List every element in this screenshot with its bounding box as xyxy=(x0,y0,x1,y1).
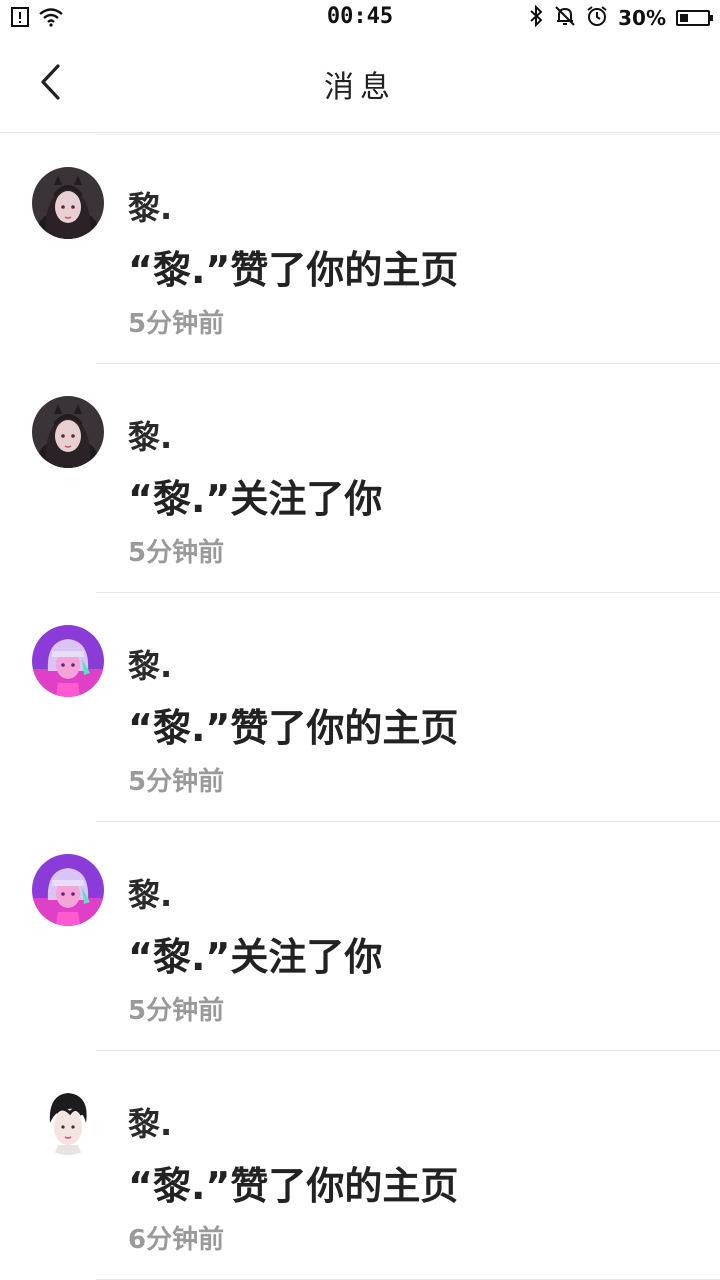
avatar[interactable] xyxy=(32,854,104,926)
battery-fill xyxy=(680,14,688,22)
notification-time: 5分钟前 xyxy=(128,767,225,797)
battery-icon xyxy=(676,10,713,26)
header: 消息 xyxy=(0,36,720,133)
mute-icon xyxy=(554,5,576,31)
notification-time: 5分钟前 xyxy=(128,996,225,1026)
notification-item[interactable]: 黎. “黎.”赞了你的主页 5分钟前 xyxy=(0,135,720,364)
sender-name: 黎. xyxy=(128,418,173,456)
notification-message: “黎.”关注了你 xyxy=(128,477,383,521)
sender-name: 黎. xyxy=(128,1105,173,1143)
page-title: 消息 xyxy=(324,70,396,105)
notification-item[interactable]: 黎. “黎.”关注了你 5分钟前 xyxy=(0,822,720,1051)
avatar[interactable] xyxy=(32,625,104,697)
avatar[interactable] xyxy=(32,396,104,468)
notification-item[interactable]: 黎. “黎.”赞了你的主页 5分钟前 xyxy=(0,593,720,822)
avatar[interactable] xyxy=(32,167,104,239)
sender-name: 黎. xyxy=(128,189,173,227)
status-bar: 00:45 30% xyxy=(0,0,720,36)
battery-percent: 30% xyxy=(618,6,666,30)
notification-message: “黎.”关注了你 xyxy=(128,935,383,979)
sender-name: 黎. xyxy=(128,876,173,914)
notification-item[interactable]: 黎. “黎.”赞了你的主页 6分钟前 xyxy=(0,1051,720,1280)
status-right-icons: 30% xyxy=(528,4,713,31)
alarm-icon xyxy=(586,5,608,31)
sender-name: 黎. xyxy=(128,647,173,685)
avatar[interactable] xyxy=(32,1083,104,1155)
notification-message: “黎.”赞了你的主页 xyxy=(128,1164,459,1208)
notification-message: “黎.”赞了你的主页 xyxy=(128,248,459,292)
notification-list: 黎. “黎.”赞了你的主页 5分钟前 黎. “黎.”关注了你 5分钟前 黎. “… xyxy=(0,135,720,1280)
notification-message: “黎.”赞了你的主页 xyxy=(128,706,459,750)
notification-time: 5分钟前 xyxy=(128,309,225,339)
bluetooth-icon xyxy=(528,4,544,31)
notification-time: 5分钟前 xyxy=(128,538,225,568)
notification-time: 6分钟前 xyxy=(128,1225,225,1255)
notification-item[interactable]: 黎. “黎.”关注了你 5分钟前 xyxy=(0,364,720,593)
